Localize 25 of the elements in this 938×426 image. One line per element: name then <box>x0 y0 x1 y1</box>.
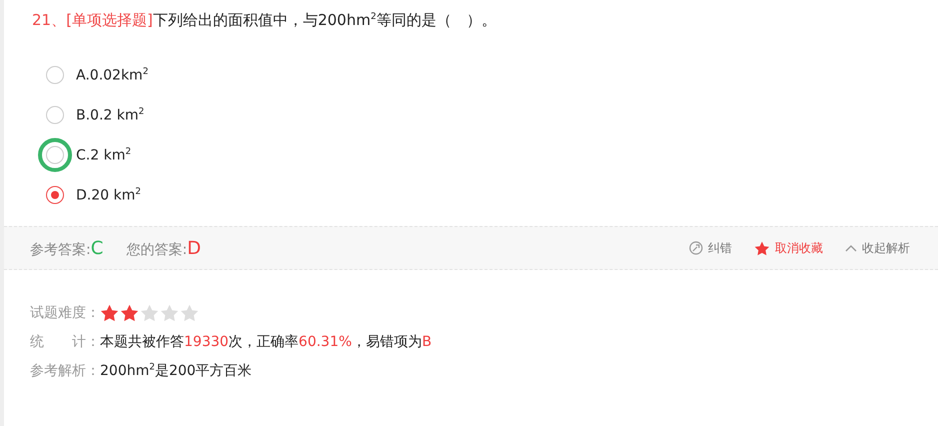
your-answer: D <box>187 238 201 258</box>
radio-button[interactable] <box>46 146 64 164</box>
difficulty-label: 试题难度： <box>30 304 100 322</box>
radio-button[interactable] <box>46 186 64 204</box>
your-answer-label: 您的答案: <box>126 242 188 258</box>
option-label[interactable]: D.20 km$^{2}$ <box>76 186 141 204</box>
statistics-label: 统 计： <box>30 332 100 350</box>
reference-answer: C <box>90 238 104 258</box>
star-icon <box>754 240 770 256</box>
option-label[interactable]: A.0.02km$^{2}$ <box>76 66 148 84</box>
analysis-text: 200hm$^{2}$是200平方百米 <box>100 362 252 380</box>
report-button[interactable]: 纠错 <box>689 240 732 256</box>
question-type: [单项选择题] <box>66 11 153 29</box>
collapse-button[interactable]: 收起解析 <box>845 240 910 256</box>
radio-button[interactable] <box>46 66 64 84</box>
chevron-up-icon <box>845 244 857 252</box>
question-text: 下列给出的面积值中，与200hm$^{2}$等同的是（ ）。 <box>152 11 496 29</box>
question-number: 21、 <box>32 11 66 29</box>
option-label[interactable]: B.0.2 km$^{2}$ <box>76 106 144 124</box>
favorite-button[interactable]: 取消收藏 <box>754 240 823 256</box>
statistics-text: 本题共被作答19330次，正确率60.31%，易错项为B <box>100 332 432 350</box>
reference-answer-label: 参考答案: <box>30 242 91 258</box>
radio-button[interactable] <box>46 106 64 124</box>
option-label[interactable]: C.2 km$^{2}$ <box>76 146 132 164</box>
analysis-label: 参考解析： <box>30 362 100 380</box>
